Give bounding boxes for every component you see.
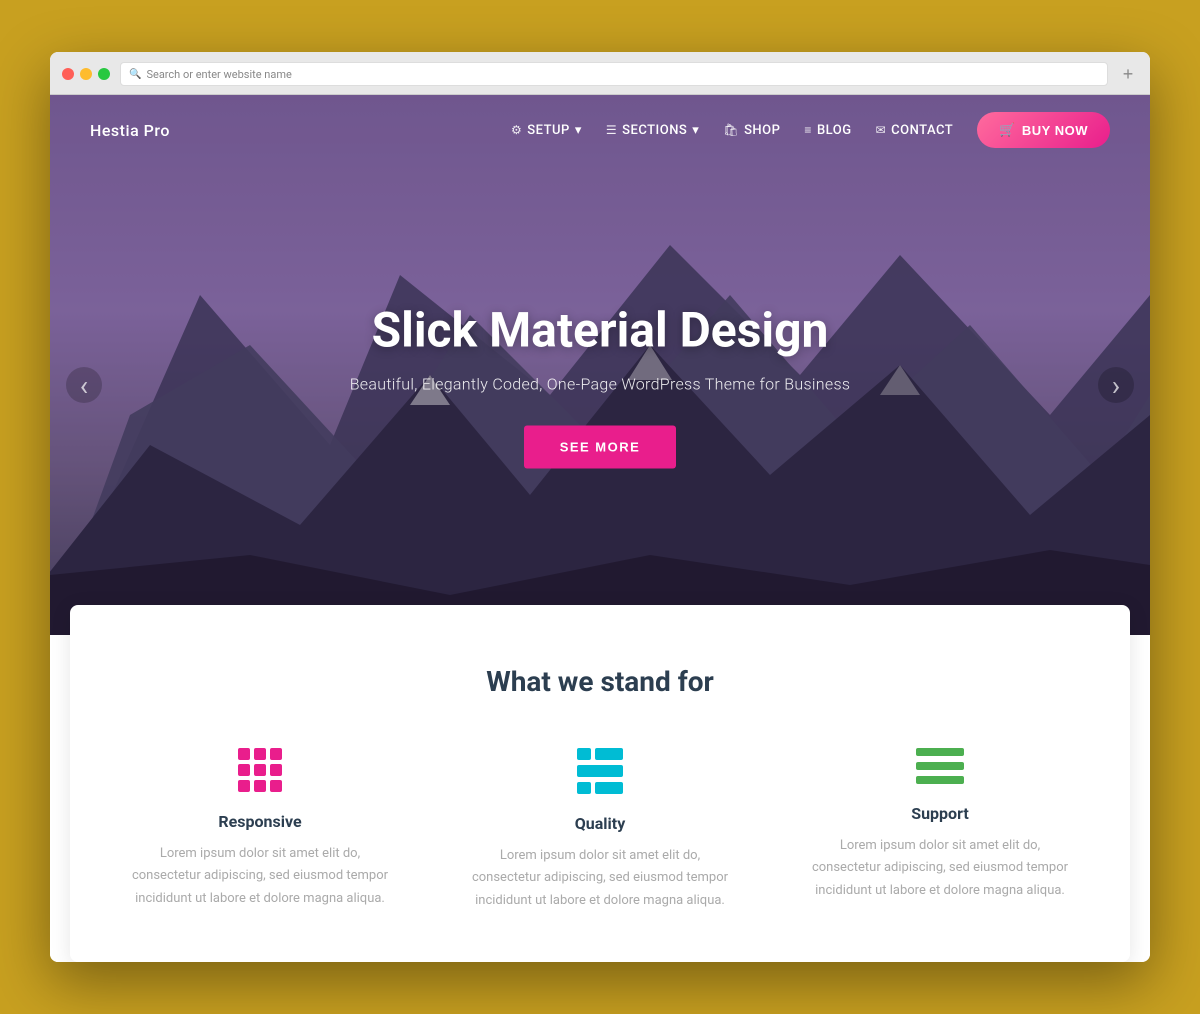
navbar: Hestia Pro ⚙ SETUP ▾ ☰ SECTIONS ▾ 🛍 SHO bbox=[50, 95, 1150, 165]
website-content: Hestia Pro ⚙ SETUP ▾ ☰ SECTIONS ▾ 🛍 SHO bbox=[50, 95, 1150, 961]
feature-support-title: Support bbox=[790, 804, 1090, 823]
carousel-prev-button[interactable]: ‹ bbox=[66, 367, 102, 403]
see-more-button[interactable]: SEE MORE bbox=[524, 426, 677, 469]
browser-window: 🔍 Search or enter website name + Hestia … bbox=[50, 52, 1150, 961]
hero-title: Slick Material Design bbox=[215, 302, 985, 359]
feature-quality-title: Quality bbox=[450, 814, 750, 833]
feature-support-desc: Lorem ipsum dolor sit amet elit do, cons… bbox=[810, 835, 1070, 901]
nav-contact-label: CONTACT bbox=[891, 123, 953, 138]
feature-quality: Quality Lorem ipsum dolor sit amet elit … bbox=[450, 748, 750, 911]
hero-section: ‹ Slick Material Design Beautiful, Elega… bbox=[50, 95, 1150, 635]
navbar-nav: ⚙ SETUP ▾ ☰ SECTIONS ▾ 🛍 SHOP ≡ bbox=[511, 112, 1110, 148]
nav-blog-label: BLOG bbox=[817, 123, 852, 138]
feature-responsive: Responsive Lorem ipsum dolor sit amet el… bbox=[110, 748, 410, 911]
feature-support: Support Lorem ipsum dolor sit amet elit … bbox=[790, 748, 1090, 911]
minimize-button[interactable] bbox=[80, 68, 92, 80]
nav-setup-label: SETUP bbox=[527, 123, 570, 138]
feature-responsive-title: Responsive bbox=[110, 812, 410, 831]
feature-quality-desc: Lorem ipsum dolor sit amet elit do, cons… bbox=[470, 845, 730, 911]
hero-content: Slick Material Design Beautiful, Elegant… bbox=[215, 302, 985, 469]
hero-subtitle: Beautiful, Elegantly Coded, One-Page Wor… bbox=[215, 375, 985, 394]
shop-icon: 🛍 bbox=[723, 123, 739, 137]
search-icon: 🔍 bbox=[129, 69, 141, 80]
navbar-brand[interactable]: Hestia Pro bbox=[90, 121, 170, 140]
new-tab-button[interactable]: + bbox=[1118, 64, 1138, 84]
lines-icon bbox=[577, 748, 623, 794]
nav-blog[interactable]: ≡ BLOG bbox=[804, 123, 851, 138]
gear-icon: ⚙ bbox=[511, 123, 522, 137]
nav-setup[interactable]: ⚙ SETUP ▾ bbox=[511, 123, 582, 138]
carousel-next-button[interactable]: › bbox=[1098, 367, 1134, 403]
mail-icon: ✉ bbox=[876, 123, 887, 137]
traffic-lights bbox=[62, 68, 110, 80]
browser-chrome: 🔍 Search or enter website name + bbox=[50, 52, 1150, 95]
responsive-icon-wrapper bbox=[110, 748, 410, 792]
nav-sections[interactable]: ☰ SECTIONS ▾ bbox=[606, 123, 699, 138]
hamburger-icon bbox=[916, 748, 964, 784]
nav-contact[interactable]: ✉ CONTACT bbox=[876, 123, 954, 138]
chevron-down-icon-sections: ▾ bbox=[692, 123, 699, 138]
nav-buy-now[interactable]: 🛒 BUY NOW bbox=[977, 112, 1110, 148]
features-section: What we stand for bbox=[70, 605, 1130, 961]
cart-icon: 🛒 bbox=[999, 122, 1016, 138]
nav-sections-label: SECTIONS bbox=[622, 123, 687, 138]
quality-icon-wrapper bbox=[450, 748, 750, 794]
buy-now-label: BUY NOW bbox=[1022, 123, 1088, 138]
address-text: Search or enter website name bbox=[146, 68, 291, 81]
close-button[interactable] bbox=[62, 68, 74, 80]
sections-icon: ☰ bbox=[606, 123, 617, 137]
hero-wrapper: Hestia Pro ⚙ SETUP ▾ ☰ SECTIONS ▾ 🛍 SHO bbox=[50, 95, 1150, 635]
features-grid: Responsive Lorem ipsum dolor sit amet el… bbox=[110, 748, 1090, 911]
nav-shop[interactable]: 🛍 SHOP bbox=[723, 123, 780, 138]
grid-icon bbox=[238, 748, 282, 792]
support-icon-wrapper bbox=[790, 748, 1090, 784]
features-title: What we stand for bbox=[110, 665, 1090, 698]
blog-icon: ≡ bbox=[804, 123, 812, 137]
buy-now-button[interactable]: 🛒 BUY NOW bbox=[977, 112, 1110, 148]
address-bar[interactable]: 🔍 Search or enter website name bbox=[120, 62, 1108, 86]
feature-responsive-desc: Lorem ipsum dolor sit amet elit do, cons… bbox=[130, 843, 390, 909]
maximize-button[interactable] bbox=[98, 68, 110, 80]
chevron-down-icon: ▾ bbox=[575, 123, 582, 138]
nav-shop-label: SHOP bbox=[744, 123, 780, 138]
